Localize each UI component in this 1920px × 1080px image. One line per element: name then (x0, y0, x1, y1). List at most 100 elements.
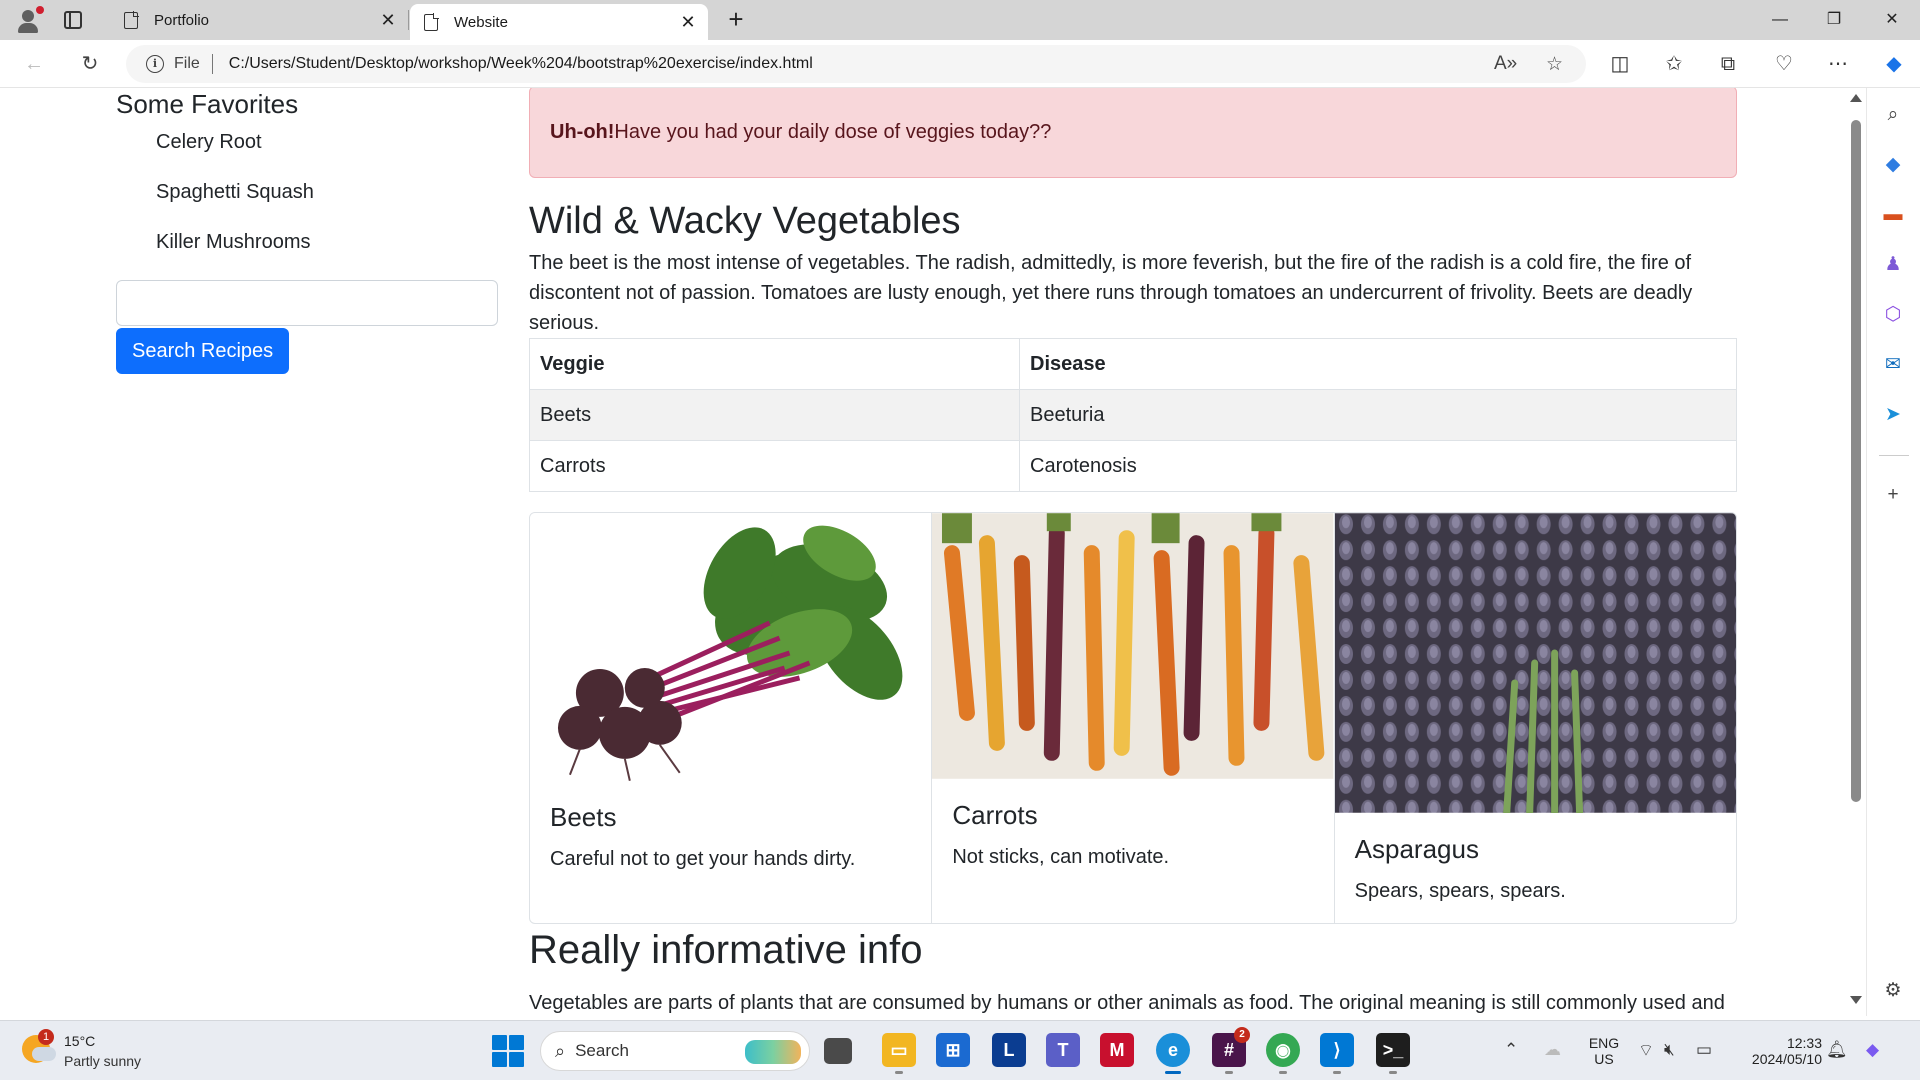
games-icon[interactable]: ♟ (1880, 252, 1906, 278)
table-row: Carrots Carotenosis (529, 440, 1737, 492)
copilot-taskbar-icon[interactable]: ◆ (1866, 1040, 1879, 1060)
teams-icon[interactable]: T (1046, 1033, 1080, 1067)
minimize-button[interactable]: — (1752, 0, 1808, 40)
card-asparagus: Asparagus Spears, spears, spears. (1334, 513, 1736, 923)
recipe-search-input[interactable] (116, 280, 498, 326)
wifi-icon[interactable]: ⌔ (1638, 1040, 1654, 1061)
main-content: Uh-oh! Have you had your daily dose of ve… (529, 88, 1737, 1016)
shopping-tag-icon[interactable]: ◆ (1880, 152, 1906, 178)
outlook-icon[interactable]: ✉ (1880, 352, 1906, 378)
notification-bell-icon[interactable]: 🔔︎ (1826, 1040, 1848, 1060)
browser-toolbar: ← ↻ i File C:/Users/Student/Desktop/work… (0, 40, 1920, 88)
reload-button[interactable]: ↻ (76, 50, 104, 78)
info-icon[interactable]: i (146, 55, 164, 73)
close-tab-icon[interactable]: ✕ (376, 10, 400, 31)
tools-icon[interactable]: ▬ (1880, 202, 1906, 228)
table-row: Beets Beeturia (529, 389, 1737, 441)
page-scrollbar[interactable] (1846, 88, 1866, 1016)
chrome-icon[interactable]: ◉ (1266, 1033, 1300, 1074)
language-indicator[interactable]: ENG US (1582, 1021, 1626, 1080)
cloud-sync-icon[interactable]: ☁ (1544, 1040, 1561, 1060)
l-app-icon[interactable]: L (992, 1033, 1026, 1067)
tab-website[interactable]: Website ✕ (410, 4, 708, 40)
veggie-alert: Uh-oh! Have you had your daily dose of ve… (529, 88, 1737, 178)
volume-muted-icon[interactable]: 🔇︎ (1664, 1040, 1675, 1060)
scroll-up-arrow[interactable] (1850, 94, 1862, 102)
card-carrots: Carrots Not sticks, can motivate. (932, 513, 1335, 923)
battery-icon[interactable]: ▭ (1696, 1040, 1712, 1060)
search-icon[interactable]: ⌕ (1880, 102, 1906, 128)
tab-title: Portfolio (154, 11, 210, 29)
new-tab-button[interactable]: + (722, 6, 750, 34)
maximize-button[interactable]: ❐ (1806, 0, 1862, 40)
close-tab-icon[interactable]: ✕ (676, 12, 700, 33)
veggie-card-group: Beets Careful not to get your hands dirt… (529, 512, 1737, 924)
table-cell: Carotenosis (1019, 440, 1737, 492)
vscode-icon[interactable]: ⟩ (1320, 1033, 1354, 1074)
divider (211, 54, 213, 74)
browser-essentials-icon[interactable]: ♡ (1770, 50, 1798, 78)
slack-icon[interactable]: # 2 (1212, 1027, 1250, 1074)
terminal-icon[interactable]: >_ (1376, 1033, 1410, 1074)
veggie-disease-table: Veggie Disease Beets Beeturia Carrots Ca… (529, 338, 1737, 492)
windows-taskbar: 1 15°C Partly sunny ⌕ Search ▭ ⊞ L T M e… (0, 1020, 1920, 1080)
favorites-heading: Some Favorites (116, 89, 299, 119)
asparagus-photo (1334, 513, 1736, 813)
url-text[interactable]: C:/Users/Student/Desktop/workshop/Week%2… (229, 55, 813, 73)
mcafee-icon[interactable]: M (1100, 1033, 1134, 1067)
section-paragraph: Vegetables are parts of plants that are … (529, 992, 1725, 1014)
microsoft-365-icon[interactable]: ⬡ (1880, 302, 1906, 328)
taskbar-search[interactable]: ⌕ Search (540, 1031, 810, 1071)
weather-widget[interactable]: 1 15°C Partly sunny (20, 1029, 180, 1073)
page-icon (424, 12, 439, 31)
copilot-icon[interactable]: ◆ (1880, 50, 1908, 78)
favorites-list: Celery Root Spaghetti Squash Killer Mush… (116, 130, 502, 254)
search-placeholder: Search (575, 1041, 629, 1060)
clock[interactable]: 12:33 2024/05/10 (1736, 1021, 1822, 1080)
back-button[interactable]: ← (20, 50, 48, 78)
add-icon[interactable]: + (1880, 482, 1906, 508)
table-cell: Beets (529, 389, 1020, 441)
browser-titlebar: Portfolio ✕ Website ✕ + — ❐ ✕ (0, 0, 1920, 40)
search-recipes-button[interactable]: Search Recipes (116, 328, 290, 374)
scheme-label: File (174, 55, 200, 72)
settings-gear-icon[interactable]: ⚙ (1880, 978, 1906, 1004)
collections-icon[interactable]: ⧉ (1714, 50, 1742, 78)
favorite-star-icon[interactable]: ☆ (1546, 53, 1563, 76)
profile-icon[interactable] (14, 6, 44, 34)
search-highlight-image (745, 1040, 801, 1064)
send-icon[interactable]: ➤ (1880, 402, 1906, 428)
notification-badge: 1 (38, 1029, 54, 1045)
scroll-thumb[interactable] (1851, 120, 1861, 802)
search-icon: ⌕ (555, 1040, 566, 1061)
card-text: Spears, spears, spears. (1354, 880, 1566, 902)
card-title: Carrots (952, 800, 1038, 830)
beets-photo (530, 513, 932, 781)
file-explorer-icon[interactable]: ▭ (882, 1033, 916, 1074)
favorites-icon[interactable]: ✩ (1660, 50, 1688, 78)
table-cell: Carrots (529, 440, 1020, 492)
tab-portfolio[interactable]: Portfolio ✕ (110, 0, 408, 40)
more-menu-icon[interactable]: ⋯ (1824, 50, 1852, 78)
divider (1879, 455, 1909, 456)
chevron-up-icon[interactable]: ⌃ (1504, 1040, 1518, 1060)
task-view-icon[interactable] (824, 1038, 852, 1064)
language-code: ENG (1588, 1035, 1620, 1051)
start-button[interactable] (492, 1035, 524, 1067)
table-cell: Beeturia (1019, 389, 1737, 441)
slack-badge: 2 (1234, 1027, 1250, 1043)
region-code: US (1594, 1051, 1614, 1067)
address-bar[interactable]: i File C:/Users/Student/Desktop/workshop… (126, 45, 1586, 83)
close-window-button[interactable]: ✕ (1864, 0, 1920, 40)
favorites-sidebar: Some Favorites Celery Root Spaghetti Squ… (116, 88, 502, 374)
microsoft-store-icon[interactable]: ⊞ (936, 1033, 970, 1067)
page-icon (124, 10, 139, 29)
split-screen-icon[interactable]: ◫ (1606, 50, 1634, 78)
section-paragraph: The beet is the most intense of vegetabl… (529, 252, 1693, 334)
edge-icon[interactable]: e (1156, 1033, 1190, 1074)
scroll-down-arrow[interactable] (1850, 996, 1862, 1004)
tab-actions-icon[interactable] (64, 11, 82, 29)
read-aloud-icon[interactable]: A» (1494, 53, 1517, 75)
card-title: Beets (550, 802, 617, 832)
clock-date: 2024/05/10 (1751, 1051, 1822, 1067)
